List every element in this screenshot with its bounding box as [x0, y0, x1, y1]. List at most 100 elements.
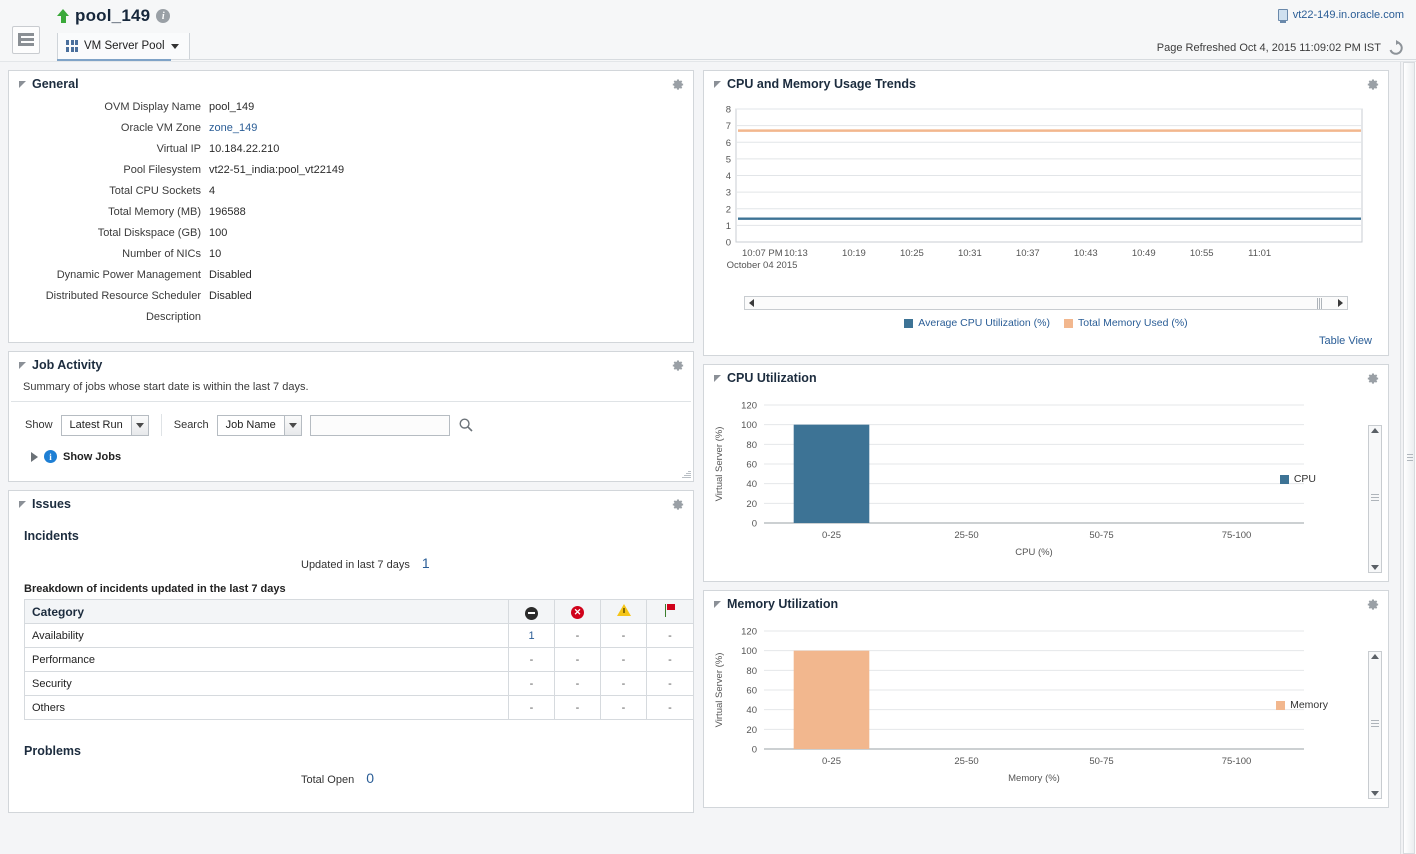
collapse-triangle-icon[interactable]	[714, 600, 721, 608]
gear-icon[interactable]	[670, 497, 685, 512]
cpu-legend[interactable]: CPU	[1279, 473, 1316, 485]
info-icon[interactable]: i	[156, 9, 171, 23]
svg-text:3: 3	[726, 188, 731, 199]
svg-text:CPU (%): CPU (%)	[1015, 547, 1052, 558]
column-header-warning[interactable]	[600, 599, 647, 624]
refresh-icon[interactable]	[1388, 40, 1404, 56]
search-icon[interactable]	[458, 417, 474, 433]
usage-trends-panel-title: CPU and Memory Usage Trends	[727, 77, 916, 91]
server-pool-icon	[66, 40, 78, 52]
search-field-select[interactable]: Job Name	[216, 414, 302, 436]
table-view-link[interactable]: Table View	[1319, 335, 1372, 347]
field-value-link[interactable]: zone_149	[209, 122, 257, 134]
svg-text:Virtual Server (%): Virtual Server (%)	[714, 653, 725, 728]
cell-fatal: -	[508, 695, 555, 720]
svg-text:0: 0	[752, 519, 757, 530]
cpu-utilization-chart: 0 20 40 60 80 100 120 0-25 25-50 50-75 75-100 CPU (…	[704, 391, 1388, 581]
table-view-row: Table View	[704, 329, 1388, 355]
field-value: 4	[209, 185, 216, 197]
collapse-triangle-icon[interactable]	[714, 374, 721, 382]
field-label: OVM Display Name	[104, 101, 201, 113]
show-select[interactable]: Latest Run	[60, 414, 149, 436]
svg-text:6: 6	[726, 138, 731, 149]
svg-text:2: 2	[726, 204, 731, 215]
scroll-thumb-grip[interactable]	[1371, 494, 1379, 503]
resize-handle[interactable]	[681, 469, 691, 479]
general-fields: OVM Display Name pool_149 Oracle VM Zone z…	[9, 97, 693, 342]
sidebar-toggle-button[interactable]	[12, 26, 40, 54]
collapse-triangle-icon[interactable]	[714, 80, 721, 88]
show-jobs-row[interactable]: i Show Jobs	[9, 436, 693, 481]
page-title: pool_149	[75, 6, 151, 25]
svg-text:Memory (%): Memory (%)	[1008, 773, 1060, 784]
scroll-up-icon[interactable]	[1371, 428, 1379, 433]
scroll-right-icon[interactable]	[1336, 299, 1345, 308]
field-label: Dynamic Power Management	[56, 269, 201, 281]
page-scroll-thumb[interactable]	[1403, 62, 1415, 854]
field-value: 196588	[209, 206, 246, 218]
page-scrollbar[interactable]	[1400, 62, 1416, 854]
general-row: Oracle VM Zone zone_149	[9, 122, 693, 134]
column-header-critical[interactable]: ✕	[554, 599, 601, 624]
memory-legend[interactable]: Memory	[1276, 699, 1328, 711]
field-label: Number of NICs	[122, 248, 201, 260]
collapse-triangle-icon[interactable]	[19, 80, 26, 88]
legend-item-cpu[interactable]: Average CPU Utilization (%)	[904, 317, 1050, 329]
general-row: Total CPU Sockets 4	[9, 185, 693, 197]
scroll-thumb-grip[interactable]	[1371, 720, 1379, 729]
cell-fatal[interactable]: 1	[508, 623, 555, 648]
top-header: pool_149 i VM Server Pool vt22-149.in.or…	[0, 0, 1416, 62]
scroll-up-icon[interactable]	[1371, 654, 1379, 659]
svg-text:10:31: 10:31	[958, 248, 982, 259]
gear-icon[interactable]	[1365, 371, 1380, 386]
general-row: Total Memory (MB) 196588	[9, 206, 693, 218]
gear-icon[interactable]	[670, 358, 685, 373]
flag-icon	[664, 603, 677, 617]
show-jobs-label: Show Jobs	[63, 450, 122, 463]
gear-icon[interactable]	[1365, 77, 1380, 92]
scroll-thumb-grip[interactable]	[1316, 297, 1324, 309]
svg-text:10:37: 10:37	[1016, 248, 1040, 259]
job-activity-panel: Job Activity Summary of jobs whose start…	[8, 351, 694, 482]
svg-text:20: 20	[746, 499, 757, 510]
scroll-down-icon[interactable]	[1371, 791, 1379, 796]
legend-label-cpu: CPU	[1293, 473, 1316, 485]
gear-icon[interactable]	[670, 77, 685, 92]
memory-utilization-panel: Memory Utilization 0 20 40 60 80 100 120 0-25 25…	[703, 590, 1389, 808]
host-link[interactable]: vt22-149.in.oracle.com	[1277, 9, 1404, 23]
cell-category: Security	[24, 671, 509, 696]
updated-count[interactable]: 1	[422, 555, 430, 571]
search-input[interactable]	[309, 414, 450, 436]
svg-text:80: 80	[746, 666, 757, 677]
column-header-fatal[interactable]	[508, 599, 555, 624]
gear-icon[interactable]	[1365, 597, 1380, 612]
svg-text:10:13: 10:13	[784, 248, 808, 259]
collapse-triangle-icon[interactable]	[19, 500, 26, 508]
cell-flag: -	[646, 695, 694, 720]
scroll-left-icon[interactable]	[747, 299, 756, 308]
column-header-category[interactable]: Category	[24, 599, 509, 624]
svg-text:10:07 PM: 10:07 PM	[742, 248, 783, 259]
trends-horizontal-scrollbar[interactable]	[744, 296, 1348, 310]
cpu-vertical-scrollbar[interactable]	[1368, 425, 1382, 573]
expand-triangle-icon[interactable]	[31, 451, 38, 462]
field-label: Oracle VM Zone	[120, 122, 201, 134]
legend-swatch-cpu	[1279, 474, 1289, 484]
general-row: OVM Display Name pool_149	[9, 101, 693, 113]
target-type-menu[interactable]: VM Server Pool	[57, 33, 190, 60]
legend-item-memory[interactable]: Total Memory Used (%)	[1063, 317, 1188, 329]
total-open-value[interactable]: 0	[366, 770, 374, 786]
table-header-row: Category ✕	[24, 599, 694, 624]
cell-critical: -	[554, 695, 601, 720]
memory-vertical-scrollbar[interactable]	[1368, 651, 1382, 799]
column-header-flag[interactable]	[646, 599, 694, 624]
svg-text:40: 40	[746, 479, 757, 490]
collapse-triangle-icon[interactable]	[19, 361, 26, 369]
memory-utilization-panel-header: Memory Utilization	[704, 591, 1388, 617]
general-row: Number of NICs 10	[9, 248, 693, 260]
chevron-down-icon	[283, 415, 301, 435]
cell-critical: -	[554, 623, 601, 648]
incidents-table: Category ✕ Availability 1 - - - Performa…	[24, 599, 694, 720]
divider	[160, 414, 162, 436]
scroll-down-icon[interactable]	[1371, 565, 1379, 570]
